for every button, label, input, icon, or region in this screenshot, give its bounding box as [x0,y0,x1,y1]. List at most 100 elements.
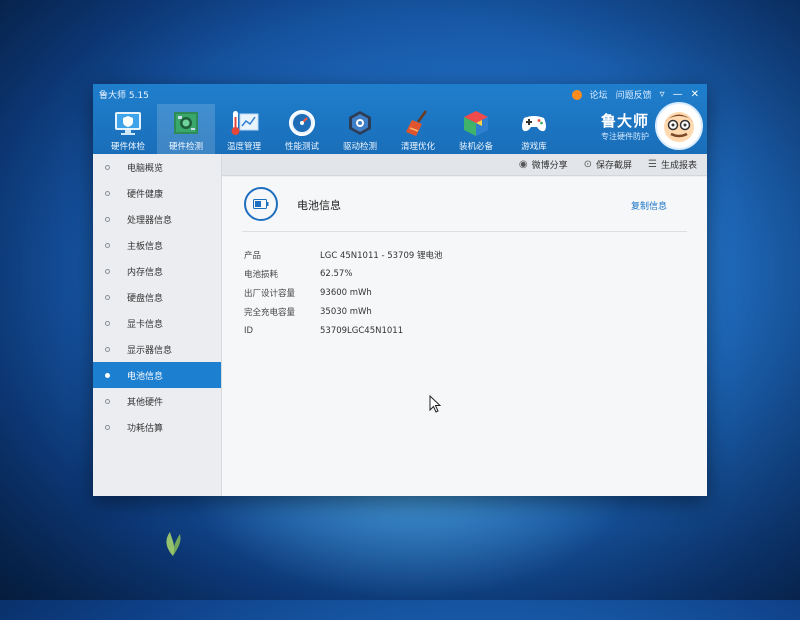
sidebar-item-other[interactable]: 其他硬件 [93,388,221,414]
sidebar-item-label: 主板信息 [127,241,164,252]
save-screenshot-button[interactable]: ⊙ 保存截屏 [584,158,632,171]
nav-label: 清理优化 [400,142,435,152]
bullet-icon [105,372,110,378]
minimize-button[interactable]: — [673,89,683,100]
nav-item-temperature[interactable]: 温度管理 [215,104,273,154]
battery-info-panel: 电池信息 复制信息 产品 LGC 45N1011 - 53709 锂电池 电池损… [222,177,707,496]
info-row-product: 产品 LGC 45N1011 - 53709 锂电池 [244,245,442,264]
generate-report-button[interactable]: ☰ 生成报表 [648,158,697,171]
divider [242,231,687,232]
toolbar: ◉ 微博分享 ⊙ 保存截屏 ☰ 生成报表 [222,154,707,176]
sidebar-item-health[interactable]: 硬件健康 [93,180,221,206]
sidebar-item-cpu[interactable]: 处理器信息 [93,206,221,232]
desktop-leaf-decoration [166,532,181,556]
main-nav: 硬件体检 硬件检测 温度管理 性能测试 驱动检测 清理优化 装机必备 游戏库 [99,104,563,154]
report-icon: ☰ [648,159,657,170]
bullet-icon [105,216,110,222]
feedback-link[interactable]: 问题反馈 [616,88,652,101]
close-button[interactable]: ✕ [691,89,699,100]
skin-dropdown-icon[interactable]: ▿ [660,89,665,100]
info-row-full-capacity: 完全充电容量 35030 mWh [244,302,442,321]
page-title: 电池信息 [297,199,341,212]
nav-label: 驱动检测 [342,142,377,152]
sidebar-item-motherboard[interactable]: 主板信息 [93,232,221,258]
nav-item-performance[interactable]: 性能测试 [273,104,331,154]
sidebar-item-label: 显示器信息 [127,345,173,356]
nav-label: 性能测试 [284,142,319,152]
info-label: 出厂设计容量 [244,288,296,299]
app-title: 鲁大师 5.15 [99,91,149,101]
sidebar-item-display[interactable]: 显示器信息 [93,336,221,362]
gear-chip-icon [349,111,371,135]
info-label: 产品 [244,250,262,261]
info-value: LGC 45N1011 - 53709 锂电池 [320,250,443,261]
mouse-cursor-icon [429,395,441,413]
bullet-icon [105,190,110,196]
sidebar-item-label: 电池信息 [127,371,164,382]
nav-item-cleanup[interactable]: 清理优化 [389,104,447,154]
bullet-icon [105,346,110,352]
mascot-avatar[interactable] [655,102,703,150]
sidebar-item-label: 其他硬件 [127,397,164,408]
sidebar-item-overview[interactable]: 电脑概览 [93,154,221,180]
info-value: 62.57% [320,268,353,279]
flame-icon[interactable] [571,89,582,100]
bullet-icon [105,268,110,274]
battery-info-list: 产品 LGC 45N1011 - 53709 锂电池 电池损耗 62.57% 出… [244,245,442,340]
sidebar-item-label: 内存信息 [127,267,164,278]
nav-label: 硬件检测 [168,142,203,152]
info-row-id: ID 53709LGC45N1011 [244,321,442,340]
app-window: 鲁大师 5.15 论坛 问题反馈 ▿ — ✕ 硬件体检 硬件检测 温度管理 性能… [93,84,707,496]
sidebar-item-label: 显卡信息 [127,319,164,330]
sidebar-item-label: 硬件健康 [127,189,164,200]
sidebar-item-memory[interactable]: 内存信息 [93,258,221,284]
nav-item-games[interactable]: 游戏库 [505,104,563,154]
nav-item-hardware-detect[interactable]: 硬件检测 [157,104,215,154]
sidebar-item-power[interactable]: 功耗估算 [93,414,221,440]
sidebar-item-label: 电脑概览 [127,163,164,174]
speedometer-icon [289,110,315,136]
info-label: ID [244,325,254,336]
battery-badge [244,187,278,221]
nav-label: 装机必备 [458,142,493,152]
info-label: 完全充电容量 [244,307,296,318]
broom-icon [406,110,428,136]
weibo-share-label: 微博分享 [531,161,568,171]
bullet-icon [105,294,110,300]
sidebar-item-battery[interactable]: 电池信息 [93,362,221,388]
circuit-board-icon [174,112,198,134]
generate-report-label: 生成报表 [660,161,697,171]
save-screenshot-label: 保存截屏 [596,161,633,171]
nav-item-essentials[interactable]: 装机必备 [447,104,505,154]
monitor-shield-icon [115,112,141,135]
battery-icon [253,199,269,209]
top-links: 论坛 问题反馈 ▿ — ✕ [571,88,699,101]
info-value: 93600 mWh [320,287,372,298]
gamepad-icon [522,116,546,132]
bullet-icon [105,398,110,404]
sidebar-item-label: 处理器信息 [127,215,173,226]
info-value: 53709LGC45N1011 [320,325,404,336]
bullet-icon [105,242,110,248]
copy-info-link[interactable]: 复制信息 [631,199,667,212]
nav-item-driver[interactable]: 驱动检测 [331,104,389,154]
weibo-icon: ◉ [518,159,528,170]
sidebar: 电脑概览 硬件健康 处理器信息 主板信息 内存信息 硬盘信息 显卡信息 显示器信… [93,154,222,496]
sidebar-item-disk[interactable]: 硬盘信息 [93,284,221,310]
mascot-icon [664,112,694,142]
info-label: 电池损耗 [244,269,279,280]
brand-name: 鲁大师 [600,112,649,130]
nav-label: 硬件体检 [110,142,145,152]
info-row-wear: 电池损耗 62.57% [244,264,442,283]
nav-item-hardware-checkup[interactable]: 硬件体检 [99,104,157,154]
camera-icon: ⊙ [583,159,592,170]
sidebar-item-label: 硬盘信息 [127,293,164,304]
nav-label: 温度管理 [226,142,261,152]
sidebar-item-gpu[interactable]: 显卡信息 [93,310,221,336]
thermometer-chart-icon [231,111,259,135]
bullet-icon [105,424,110,430]
weibo-share-button[interactable]: ◉ 微博分享 [519,158,568,171]
forum-link[interactable]: 论坛 [590,88,608,101]
info-row-design-capacity: 出厂设计容量 93600 mWh [244,283,442,302]
bullet-icon [105,320,110,326]
